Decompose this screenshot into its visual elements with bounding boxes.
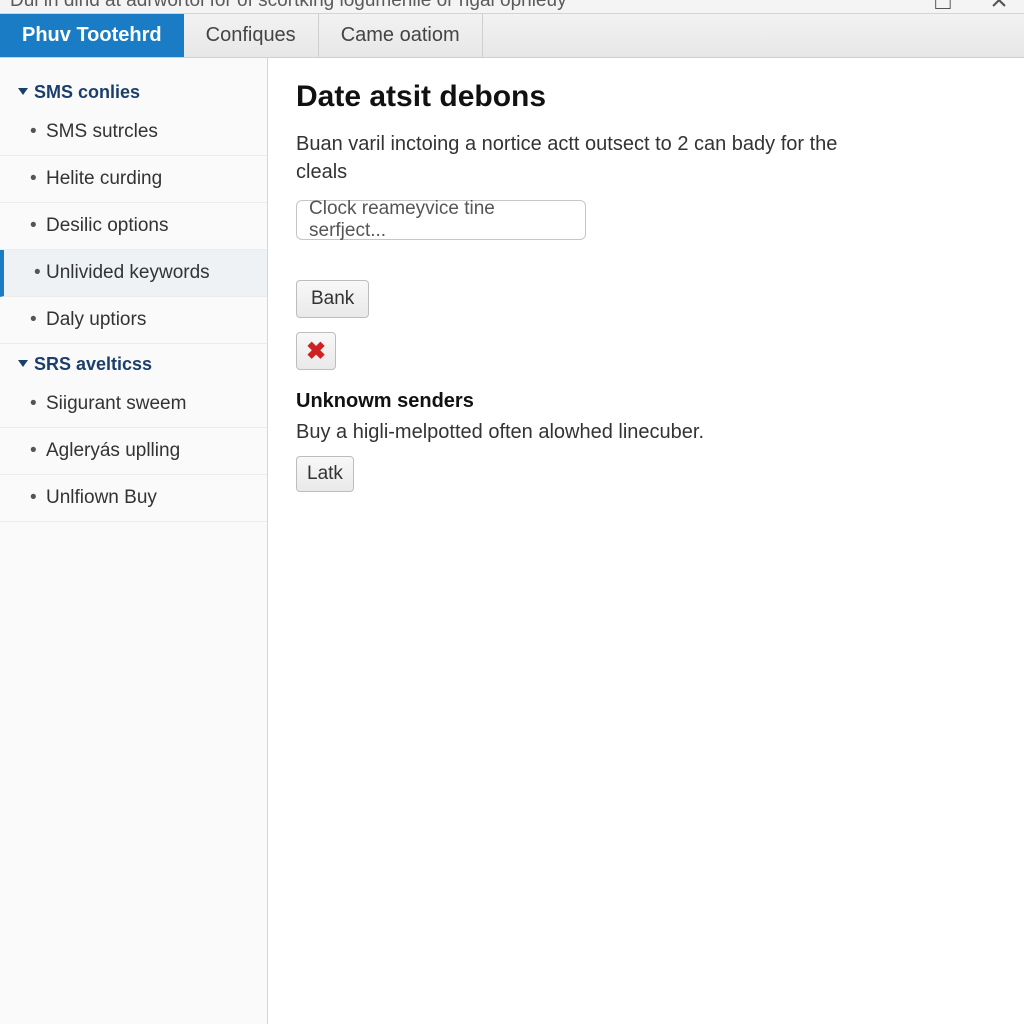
sidebar-item-helite-curding[interactable]: Helite curding: [0, 156, 267, 203]
page-description: Buan varil inctoing a nortice actt outse…: [296, 130, 856, 186]
tab-label: Came oatiom: [341, 24, 460, 47]
close-icon[interactable]: ×: [984, 0, 1014, 13]
chevron-down-icon: [18, 360, 28, 367]
sidebar-item-label: Siigurant sweem: [46, 393, 186, 415]
titlebar: Dui in dind at adrwortol for of scortkin…: [0, 0, 1024, 14]
sidebar-item-label: Daly uptiors: [46, 309, 146, 331]
sidebar-group-label: SMS conlies: [34, 82, 140, 103]
sidebar-group-label: SRS avelticss: [34, 354, 152, 375]
clock-service-input[interactable]: Clock reameyvice tine serfject...: [296, 200, 586, 240]
button-label: Bank: [311, 288, 354, 310]
sidebar-item-sms-sutrcles[interactable]: SMS sutrcles: [0, 109, 267, 156]
window-title: Dui in dind at adrwortol for of scortkin…: [10, 0, 928, 12]
page-title: Date atsit debons: [296, 80, 996, 114]
sidebar-group-sms-conlies[interactable]: SMS conlies: [0, 72, 267, 109]
sidebar-item-desilic-options[interactable]: Desilic options: [0, 203, 267, 250]
sidebar-item-label: Agleryás uplling: [46, 440, 180, 462]
tab-phuv-tootehrd[interactable]: Phuv Tootehrd: [0, 14, 184, 57]
sidebar-item-label: SMS sutrcles: [46, 121, 158, 143]
sidebar: SMS conlies SMS sutrcles Helite curding …: [0, 58, 268, 1024]
unknown-senders-heading: Unknowm senders: [296, 390, 996, 413]
sidebar-item-siigurant-sweem[interactable]: Siigurant sweem: [0, 381, 267, 428]
sidebar-item-agleryas-uplling[interactable]: Agleryás uplling: [0, 428, 267, 475]
x-icon: ✖: [306, 337, 326, 366]
sidebar-item-label: Desilic options: [46, 215, 169, 237]
sidebar-item-unlfiown-buy[interactable]: Unlfiown Buy: [0, 475, 267, 522]
window-controls: □ ×: [928, 0, 1014, 13]
main-panel: Date atsit debons Buan varil inctoing a …: [268, 58, 1024, 1024]
sidebar-group-srs-avelticss[interactable]: SRS avelticss: [0, 344, 267, 381]
chevron-down-icon: [18, 88, 28, 95]
sidebar-item-label: Helite curding: [46, 168, 162, 190]
maximize-icon[interactable]: □: [928, 0, 958, 13]
tab-confiques[interactable]: Confiques: [184, 14, 319, 57]
sidebar-item-label: Unlfiown Buy: [46, 487, 157, 509]
tab-label: Phuv Tootehrd: [22, 24, 162, 47]
sidebar-item-unlivided-keywords[interactable]: Unlivided keywords: [0, 250, 267, 297]
input-value: Clock reameyvice tine serfject...: [309, 198, 573, 242]
button-label: Latk: [307, 463, 343, 485]
remove-button[interactable]: ✖: [296, 332, 336, 370]
sidebar-item-label: Unlivided keywords: [46, 262, 210, 284]
bank-button[interactable]: Bank: [296, 280, 369, 318]
latk-button[interactable]: Latk: [296, 456, 354, 492]
tab-label: Confiques: [206, 24, 296, 47]
sidebar-item-daly-uptiors[interactable]: Daly uptiors: [0, 297, 267, 344]
tab-came-oatiom[interactable]: Came oatiom: [319, 14, 483, 57]
unknown-senders-desc: Buy a higli-melpotted often alowhed line…: [296, 421, 996, 444]
tab-bar: Phuv Tootehrd Confiques Came oatiom: [0, 14, 1024, 58]
